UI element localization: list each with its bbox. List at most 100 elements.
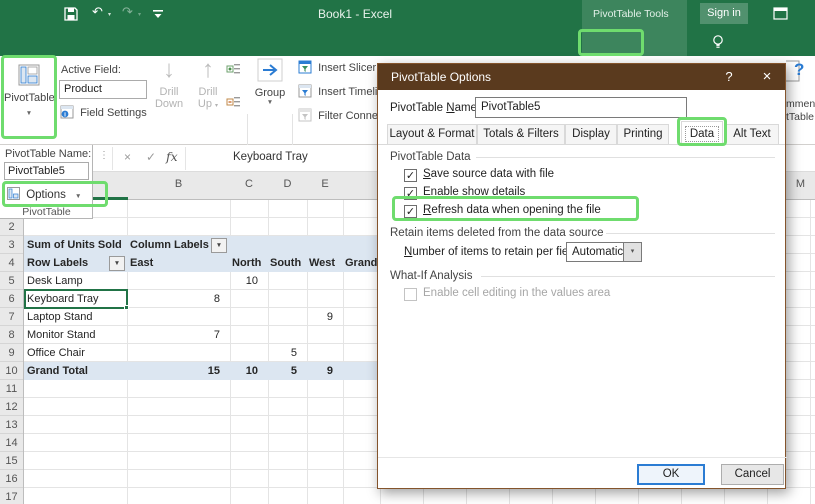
row-header-12[interactable]: 12: [0, 398, 23, 416]
pivot-value-desklamp-north[interactable]: 10: [230, 272, 263, 290]
row-header-16[interactable]: 16: [0, 470, 23, 488]
redo-icon: ↷: [122, 5, 133, 19]
redo-caret-icon: ▾: [138, 11, 141, 18]
cancel-formula-icon[interactable]: ×: [124, 150, 131, 164]
pivot-row-monitor-stand[interactable]: Monitor Stand: [27, 326, 95, 344]
dlgtab-totals-filters[interactable]: Totals & Filters: [477, 124, 565, 145]
dlgtab-display[interactable]: Display: [565, 124, 617, 145]
checkbox-enable-show-details[interactable]: ✓: [404, 187, 417, 200]
pivot-grandtotal-east[interactable]: 15: [127, 362, 225, 380]
collapse-field-icon[interactable]: [226, 95, 241, 110]
dialog-close-button[interactable]: ×: [750, 64, 784, 90]
options-button[interactable]: Options ▼: [7, 187, 81, 201]
pivot-colheader-grand[interactable]: Grand Total: [345, 254, 378, 272]
svg-text:i: i: [64, 111, 66, 118]
label-save-source-data[interactable]: Save source data with file: [423, 168, 554, 180]
column-header-c[interactable]: C: [230, 178, 268, 190]
column-header-m[interactable]: M: [786, 178, 815, 190]
gridline: [810, 200, 811, 504]
active-cell-selection[interactable]: [24, 289, 128, 309]
dialog-name-input[interactable]: PivotTable5: [475, 97, 687, 118]
pivot-grandtotal-west[interactable]: 9: [307, 362, 338, 380]
cancel-button[interactable]: Cancel: [721, 464, 784, 485]
insert-timeline-button[interactable]: Insert Timeline: [298, 84, 377, 98]
group-button[interactable]: Group ▼: [250, 58, 290, 106]
row-header-4[interactable]: 4: [0, 254, 23, 272]
pivot-grandtotal-north[interactable]: 10: [230, 362, 263, 380]
ok-button[interactable]: OK: [637, 464, 705, 485]
retain-dropdown-value[interactable]: Automatic: [566, 242, 624, 262]
active-field-input[interactable]: Product: [59, 80, 147, 99]
ribbon-display-options-icon[interactable]: [773, 7, 788, 20]
pivot-colheader-south[interactable]: South: [270, 254, 301, 272]
insert-slicer-button[interactable]: Insert Slicer: [298, 60, 376, 74]
dlgtab-alt-text[interactable]: Alt Text: [725, 124, 779, 145]
pivot-value-keyboardtray-east[interactable]: 8: [127, 290, 225, 308]
row-header-8[interactable]: 8: [0, 326, 23, 344]
dialog-help-button[interactable]: ?: [712, 64, 746, 90]
pivottable-button[interactable]: PivotTable ▼: [4, 58, 54, 138]
pivot-value-officechair-south[interactable]: 5: [268, 344, 302, 362]
formula-bar-value[interactable]: Keyboard Tray: [233, 151, 308, 163]
pivot-column-labels-cell[interactable]: Column Labels: [130, 236, 209, 254]
fill-handle[interactable]: [124, 305, 129, 310]
row-labels-filter-dropdown[interactable]: ▼: [109, 256, 125, 271]
dialog-title-bar[interactable]: PivotTable Options ? ×: [378, 64, 785, 90]
pivot-measure-cell[interactable]: Sum of Units Sold: [27, 236, 122, 254]
expand-field-icon[interactable]: [226, 62, 241, 77]
column-header-d[interactable]: D: [268, 178, 307, 190]
insert-function-icon[interactable]: fx: [166, 149, 178, 164]
customize-qat-icon[interactable]: [152, 9, 164, 20]
row-header-6[interactable]: 6: [0, 290, 23, 308]
row-header-17[interactable]: 17: [0, 488, 23, 504]
pivot-value-monitorstand-east[interactable]: 7: [127, 326, 225, 344]
pivot-colheader-north[interactable]: North: [232, 254, 261, 272]
row-header-15[interactable]: 15: [0, 452, 23, 470]
undo-icon[interactable]: ↶: [92, 5, 103, 19]
pivottable-options-dialog: PivotTable Options ? × PivotTable Name: …: [377, 63, 786, 489]
dlgtab-printing[interactable]: Printing: [617, 124, 669, 145]
row-header-13[interactable]: 13: [0, 416, 23, 434]
section-what-if: What-If Analysis: [390, 270, 472, 282]
panel-name-input[interactable]: PivotTable5: [4, 162, 89, 180]
row-header-7[interactable]: 7: [0, 308, 23, 326]
column-labels-filter-dropdown[interactable]: ▼: [211, 238, 227, 253]
save-icon[interactable]: [64, 7, 78, 21]
row-header-11[interactable]: 11: [0, 380, 23, 398]
pivot-row-laptop-stand[interactable]: Laptop Stand: [27, 308, 92, 326]
sign-in-button[interactable]: Sign in: [700, 3, 748, 24]
enter-formula-icon[interactable]: ✓: [146, 150, 156, 164]
dlgtab-layout-format[interactable]: Layout & Format: [387, 124, 477, 145]
label-refresh-on-open[interactable]: Refresh data when opening the file: [423, 204, 601, 216]
pivot-row-office-chair[interactable]: Office Chair: [27, 344, 85, 362]
namebox-splitter[interactable]: ⋮: [99, 150, 109, 161]
dlgtab-data[interactable]: Data: [681, 121, 723, 145]
undo-caret-icon[interactable]: ▾: [108, 11, 111, 18]
pivot-value-laptopstand-west[interactable]: 9: [307, 308, 338, 326]
row-header-14[interactable]: 14: [0, 434, 23, 452]
checkbox-save-source-data[interactable]: ✓: [404, 169, 417, 182]
filter-connections-button: Filter Connect: [298, 108, 377, 122]
column-header-e[interactable]: E: [307, 178, 343, 190]
column-header-b[interactable]: B: [127, 178, 230, 190]
pivot-colheader-west[interactable]: West: [309, 254, 335, 272]
drill-up-label: Drill: [190, 86, 226, 98]
pivot-row-desk-lamp[interactable]: Desk Lamp: [27, 272, 83, 290]
pivot-grand-total-label[interactable]: Grand Total: [27, 362, 88, 380]
row-header-3[interactable]: 3: [0, 236, 23, 254]
drill-down-label: Drill: [149, 86, 189, 98]
pivot-row-labels-cell[interactable]: Row Labels: [27, 254, 88, 272]
pivot-grandtotal-south[interactable]: 5: [268, 362, 302, 380]
label-enable-show-details[interactable]: Enable show details: [423, 186, 525, 198]
field-settings-button[interactable]: i Field Settings: [60, 105, 147, 119]
row-header-9[interactable]: 9: [0, 344, 23, 362]
checkbox-refresh-on-open[interactable]: ✓: [404, 205, 417, 218]
row-header-2[interactable]: 2: [0, 218, 23, 236]
drill-up-arrow-icon: ↑: [190, 58, 226, 82]
checkbox-enable-cell-editing: [404, 288, 417, 301]
retain-dropdown-button[interactable]: ▾: [623, 242, 642, 262]
row-header-10[interactable]: 10: [0, 362, 23, 380]
pivottable-button-label: PivotTable: [4, 92, 54, 104]
row-header-5[interactable]: 5: [0, 272, 23, 290]
pivot-colheader-east[interactable]: East: [130, 254, 153, 272]
